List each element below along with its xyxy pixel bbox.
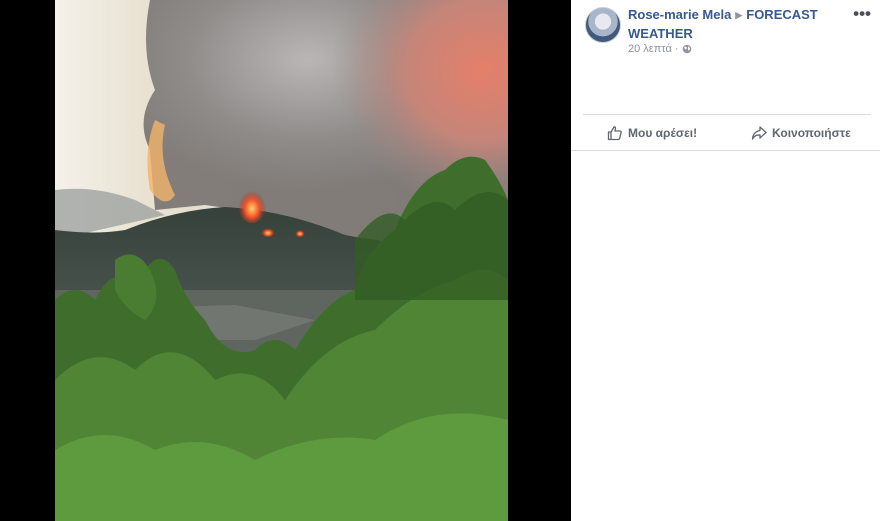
author-name[interactable]: Rose-marie Mela — [628, 7, 731, 22]
post-meta: 20 λεπτά · — [628, 43, 692, 55]
share-button[interactable]: Κοινοποιήστε — [751, 123, 851, 143]
share-arrow-icon — [751, 126, 767, 140]
post-timestamp[interactable]: 20 λεπτά — [628, 43, 672, 55]
wildfire-photo[interactable] — [55, 0, 508, 521]
thumbs-up-icon — [607, 126, 622, 141]
post-header: Rose-marie Mela ▶ FORECAST WEATHER — [628, 6, 838, 42]
avatar[interactable] — [585, 7, 621, 43]
photo-viewer — [0, 0, 571, 521]
more-options-button[interactable]: ••• — [853, 4, 871, 24]
post-sidebar: Rose-marie Mela ▶ FORECAST WEATHER 20 λεπτ… — [571, 0, 880, 521]
meta-separator: · — [674, 43, 679, 55]
globe-icon[interactable] — [682, 44, 692, 54]
divider — [571, 150, 880, 151]
share-label: Κοινοποιήστε — [772, 126, 851, 140]
divider — [583, 114, 871, 115]
like-label: Μου αρέσει! — [628, 126, 698, 140]
triangle-right-icon: ▶ — [735, 10, 743, 20]
like-button[interactable]: Μου αρέσει! — [607, 123, 697, 143]
